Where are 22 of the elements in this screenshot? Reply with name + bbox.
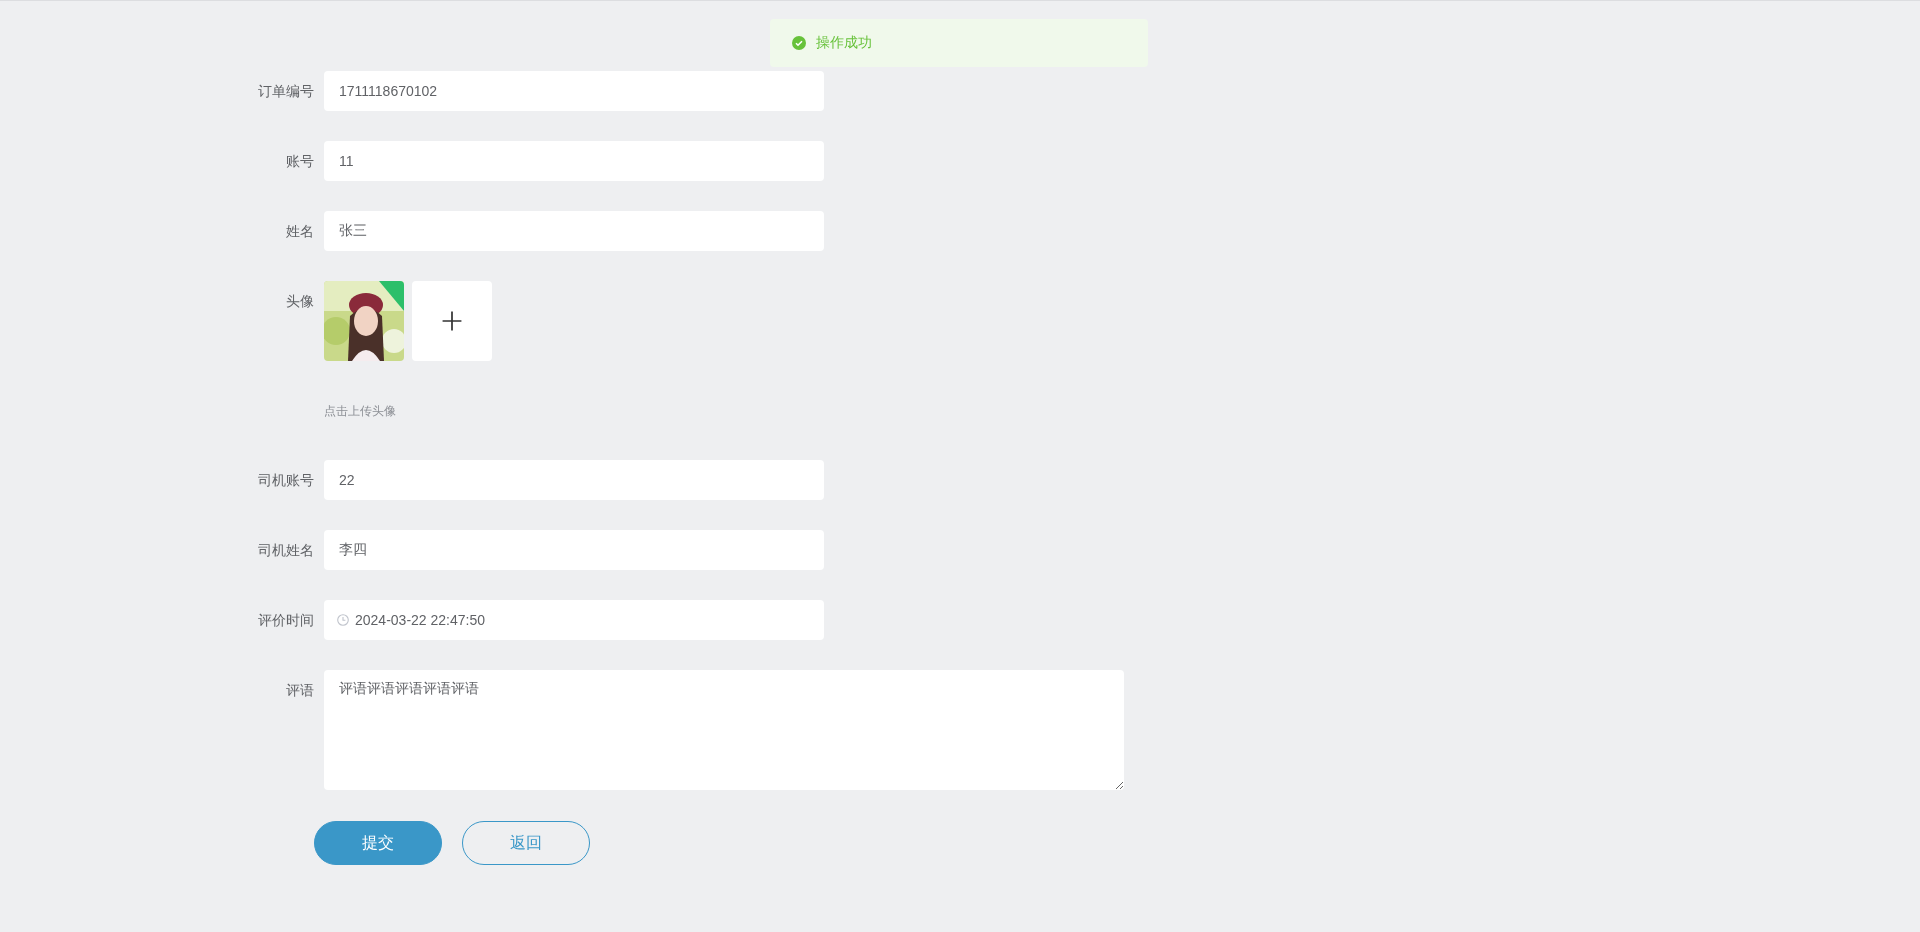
clock-icon [337, 614, 349, 626]
input-field[interactable]: 李四 [324, 530, 824, 570]
input-field[interactable]: 1711118670102 [324, 71, 824, 111]
field-label: 姓名 [285, 222, 315, 241]
field-label: 司机账号 [257, 471, 315, 490]
date-time-field[interactable]: 2024-03-22 22:47:50 [324, 600, 824, 640]
toast-text: 操作成功 [816, 34, 872, 52]
field-label: 评语 [285, 681, 315, 700]
input-field[interactable]: 22 [324, 460, 824, 500]
plus-icon [441, 310, 463, 332]
field-label: 评价时间 [257, 611, 315, 630]
hint-text: 点击上传头像 [324, 403, 397, 419]
field-label: 订单编号 [257, 82, 315, 101]
submit-button[interactable]: 提交 [314, 821, 442, 865]
input-field[interactable]: 11 [324, 141, 824, 181]
text-area[interactable]: 评语评语评语评语评语 [324, 670, 1124, 790]
input-field[interactable]: 张三 [324, 211, 824, 251]
check-circle-icon [792, 36, 806, 50]
field-label: 司机姓名 [257, 541, 315, 560]
field-label: 头像 [285, 292, 315, 311]
upload-button[interactable] [412, 281, 492, 361]
field-label: 账号 [285, 152, 315, 171]
